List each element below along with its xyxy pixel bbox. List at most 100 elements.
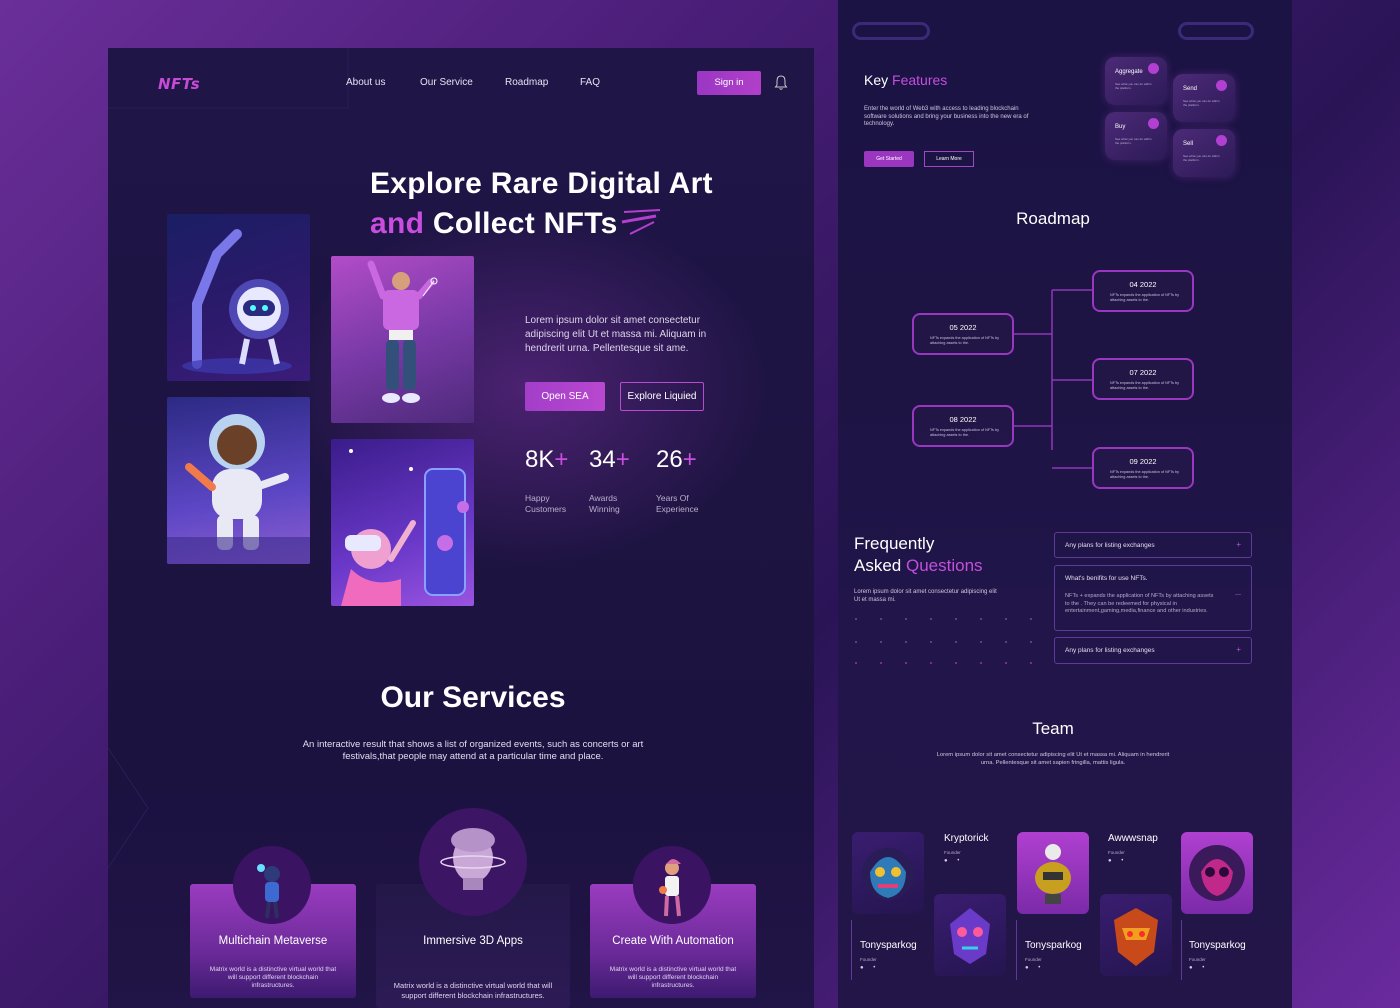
get-started-button[interactable]: Get Started	[864, 151, 914, 167]
dancer-nft-art[interactable]	[331, 256, 474, 423]
nav-faq[interactable]: FAQ	[580, 77, 600, 88]
roadmap-item-07-2022: 07 2022 NFTs expands the application of N…	[1092, 358, 1194, 400]
decor-dot	[905, 662, 907, 664]
decor-pill-left	[852, 22, 930, 40]
stat-plus: +	[615, 446, 630, 473]
stat-years-label: Years Of Experience	[656, 493, 699, 515]
landing-page-right: Key Features Enter the world of Web3 wit…	[838, 0, 1292, 1008]
social-icons[interactable]: ● •	[860, 965, 879, 971]
social-icons[interactable]: ● •	[1025, 965, 1044, 971]
stat-plus: +	[682, 446, 697, 473]
team-name: Tonysparkog	[860, 940, 917, 951]
team-name: Tonysparkog	[1025, 940, 1082, 951]
feature-send[interactable]: Send See what you can do within the plat…	[1173, 74, 1235, 122]
team-card-awwwsnap[interactable]	[1100, 894, 1172, 976]
nav-about-us[interactable]: About us	[346, 77, 385, 88]
roadmap-item-04-2022: 04 2022 NFTs expands the application of N…	[1092, 270, 1194, 312]
roadmap-text: NFTs expands the application of NFTs by …	[930, 428, 1000, 437]
feature-desc: See what you can do within the platform.	[1183, 154, 1220, 162]
expand-plus-icon[interactable]: +	[1236, 540, 1241, 549]
nav-roadmap[interactable]: Roadmap	[505, 77, 548, 88]
stat-number: 26	[656, 446, 683, 473]
key-features-title-accent: Features	[888, 72, 948, 88]
services-title: Our Services	[380, 681, 566, 714]
decor-dot	[980, 641, 982, 643]
feature-label: Aggregate	[1115, 69, 1143, 75]
decor-dot	[980, 662, 982, 664]
key-features-description: Enter the world of Web3 with access to l…	[864, 106, 1029, 127]
stat-happy-customers-label: Happy Customers	[525, 493, 566, 515]
team-name: Kryptorick	[944, 833, 989, 844]
robot-nft-art[interactable]	[167, 214, 310, 381]
decor-dot	[930, 618, 932, 620]
decor-dot	[1005, 662, 1007, 664]
faq-item-1[interactable]: Any plans for listing exchanges +	[1054, 532, 1252, 558]
explore-liquied-button[interactable]: Explore Liquied	[620, 382, 704, 411]
sign-in-button[interactable]: Sign in	[697, 71, 761, 95]
faq-title-line2: Asked Questions	[854, 555, 983, 577]
open-sea-button[interactable]: Open SEA	[525, 382, 605, 411]
social-icons[interactable]: ● •	[1108, 858, 1127, 864]
faq-question: What's benifits for use NFTs.	[1065, 575, 1148, 582]
social-icons[interactable]: ● •	[944, 858, 963, 864]
landing-page-left: NFTs About us Our Service Roadmap FAQ Si…	[108, 48, 814, 1008]
hero-description: Lorem ipsum dolor sit amet consectetur a…	[525, 315, 707, 354]
learn-more-button[interactable]: Learn More	[924, 151, 974, 167]
hero-title-accent: and	[370, 207, 425, 240]
roadmap-date: 07 2022	[1129, 368, 1157, 377]
service-title-automation: Create With Automation	[612, 935, 734, 947]
team-divider	[1181, 920, 1182, 980]
feature-desc: See what you can do within the platform.	[1183, 99, 1220, 107]
service-title-multichain: Multichain Metaverse	[218, 935, 328, 947]
faq-title-asked: Asked	[854, 556, 906, 575]
decor-dot	[1030, 618, 1032, 620]
nav-our-service[interactable]: Our Service	[420, 77, 473, 88]
bell-icon[interactable]	[774, 75, 788, 91]
team-name: Awwwsnap	[1108, 833, 1158, 844]
roadmap-text: NFTs expands the application of NFTs by …	[1110, 293, 1180, 302]
vr-nft-art[interactable]	[331, 439, 474, 606]
team-card-tonysparkog-1[interactable]	[852, 832, 924, 914]
services-description: An interactive result that shows a list …	[302, 739, 644, 762]
faq-item-3[interactable]: Any plans for listing exchanges +	[1054, 637, 1252, 664]
stat-label-line: Customers	[525, 504, 567, 514]
faq-answer: NFTs + expands the application of NFTs b…	[1065, 593, 1214, 614]
brand-logo[interactable]: NFTs	[158, 75, 200, 93]
decor-dot	[880, 641, 882, 643]
collapse-minus-icon[interactable]: —	[1235, 592, 1241, 598]
astronaut-nft-art[interactable]	[167, 397, 310, 564]
roadmap-date: 04 2022	[1129, 280, 1157, 289]
decor-dot	[880, 662, 882, 664]
faq-question: Any plans for listing exchanges	[1065, 542, 1155, 549]
decor-dot	[1030, 662, 1032, 664]
roadmap-item-05-2022: 05 2022 NFTs expands the application of N…	[912, 313, 1014, 355]
team-card-tonysparkog-2[interactable]	[1017, 832, 1089, 914]
faq-title-line1: Frequently	[854, 534, 935, 553]
decor-dot	[1005, 641, 1007, 643]
feature-sell[interactable]: Sell See what you can do within the plat…	[1173, 129, 1235, 177]
hero-title-rest: Collect NFTs	[424, 207, 618, 240]
decor-dot	[880, 618, 882, 620]
feature-buy[interactable]: Buy See what you can do within the platf…	[1105, 112, 1167, 160]
decor-dot	[855, 641, 857, 643]
team-divider	[1016, 920, 1017, 980]
stat-label-line: Experience	[656, 504, 699, 514]
team-card-kryptorick[interactable]	[934, 894, 1006, 976]
faq-item-2[interactable]: What's benifits for use NFTs. — NFTs + e…	[1054, 565, 1252, 631]
expand-plus-icon[interactable]: +	[1236, 645, 1241, 654]
decor-dot	[930, 662, 932, 664]
sell-icon	[1216, 135, 1227, 146]
key-features-title: Key Features	[864, 72, 947, 88]
stat-years-number: 26+	[656, 446, 697, 474]
buy-icon	[1148, 118, 1159, 129]
team-card-tonysparkog-3[interactable]	[1181, 832, 1253, 914]
social-icons[interactable]: ● •	[1189, 965, 1208, 971]
feature-desc: See what you can do within the platform.	[1115, 82, 1152, 90]
roadmap-date: 09 2022	[1129, 457, 1157, 466]
decor-dot	[855, 662, 857, 664]
roadmap-date: 08 2022	[949, 415, 977, 424]
decor-dot	[905, 641, 907, 643]
team-role: Founder	[944, 850, 961, 855]
feature-aggregate[interactable]: Aggregate See what you can do within the…	[1105, 57, 1167, 105]
feature-label: Sell	[1183, 141, 1194, 147]
